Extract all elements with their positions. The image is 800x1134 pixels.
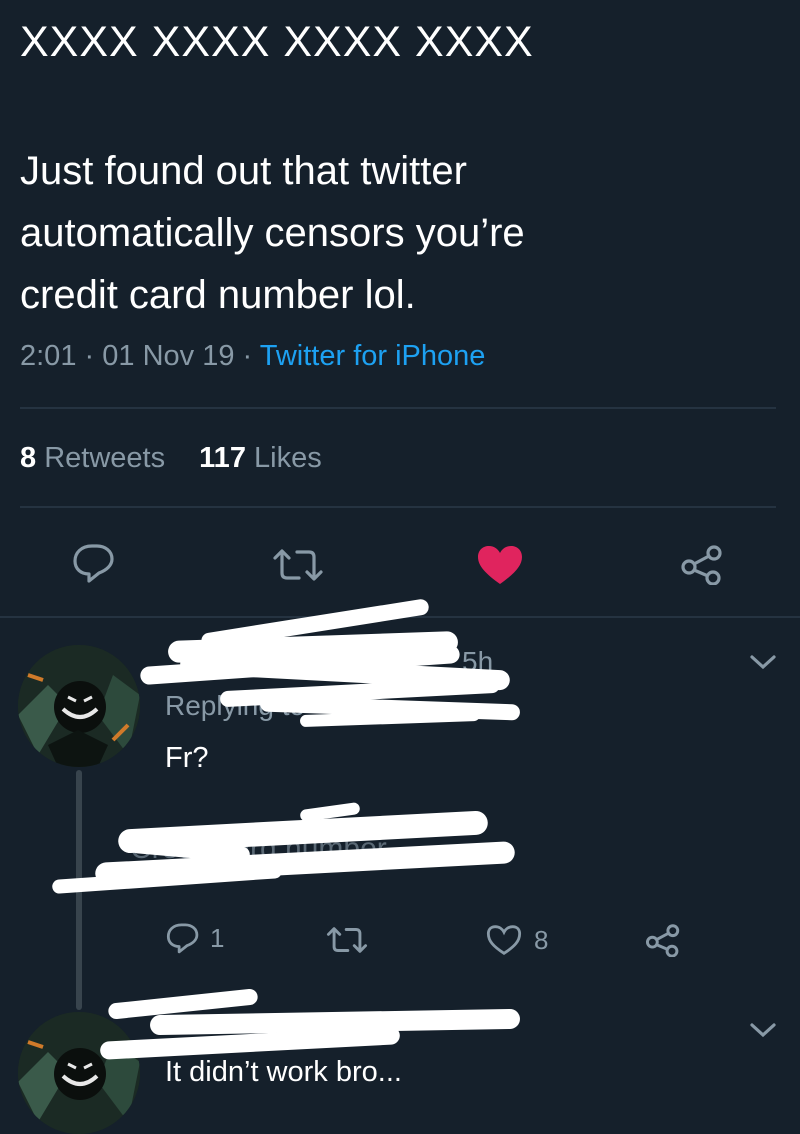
reply-text: It didn’t work bro... <box>165 1056 402 1088</box>
tweet-text-line: credit card number lol. <box>20 273 416 317</box>
avatar-image <box>18 645 140 767</box>
tweet-date: 01 Nov 19 <box>102 340 235 372</box>
reply-icon <box>166 923 199 954</box>
reply-count: 1 <box>210 922 225 953</box>
like-label: Likes <box>254 442 322 474</box>
share-icon <box>645 924 680 957</box>
chevron-down-icon <box>750 1023 776 1038</box>
share-button[interactable] <box>680 545 724 585</box>
meta-separator: · <box>242 340 253 372</box>
share-icon <box>681 545 722 585</box>
like-stat[interactable]: 117 Likes <box>199 442 322 474</box>
chevron-down-icon <box>750 655 776 670</box>
avatar-image <box>18 1012 140 1134</box>
tweet-source-link[interactable]: Twitter for iPhone <box>260 340 486 372</box>
retweet-icon <box>273 549 323 581</box>
reply-retweet-button[interactable] <box>326 926 368 954</box>
avatar[interactable] <box>18 1012 140 1134</box>
reply-text: Fr? <box>165 742 209 774</box>
reply-like-button[interactable]: 8 <box>486 924 548 956</box>
like-icon <box>478 546 522 584</box>
tweet-text-line: automatically censors you’re <box>20 211 525 255</box>
tweet-time: 2:01 <box>20 340 77 372</box>
reply-reply-button[interactable]: 1 <box>166 922 224 954</box>
tweet-text: Just found out that twitter automaticall… <box>20 140 525 326</box>
like-button[interactable] <box>477 545 523 585</box>
avatar[interactable] <box>18 645 140 767</box>
reply-icon <box>73 544 114 583</box>
reply-share-button[interactable] <box>645 924 681 957</box>
retweet-stat[interactable]: 8 Retweets <box>20 442 173 474</box>
chevron-down-button[interactable] <box>748 652 778 672</box>
chevron-down-button[interactable] <box>748 1020 778 1040</box>
retweet-icon <box>326 927 368 953</box>
reply-like-count: 8 <box>534 924 549 955</box>
tweet-author-name[interactable]: XXXX XXXX XXXX XXXX <box>20 18 534 67</box>
tweet-meta: 2:01 · 01 Nov 19 · Twitter for iPhone <box>20 340 485 373</box>
retweet-button[interactable] <box>272 548 324 582</box>
like-icon <box>486 925 522 955</box>
like-count: 117 <box>199 442 246 474</box>
retweet-count: 8 <box>20 442 37 474</box>
meta-separator: · <box>84 340 95 372</box>
tweet-stats: 8 Retweets 117 Likes <box>20 442 322 475</box>
retweet-label: Retweets <box>44 442 166 474</box>
divider <box>20 407 776 409</box>
tweet-text-line: Just found out that twitter <box>20 149 467 193</box>
reply-button[interactable] <box>72 543 116 583</box>
divider <box>20 506 776 508</box>
